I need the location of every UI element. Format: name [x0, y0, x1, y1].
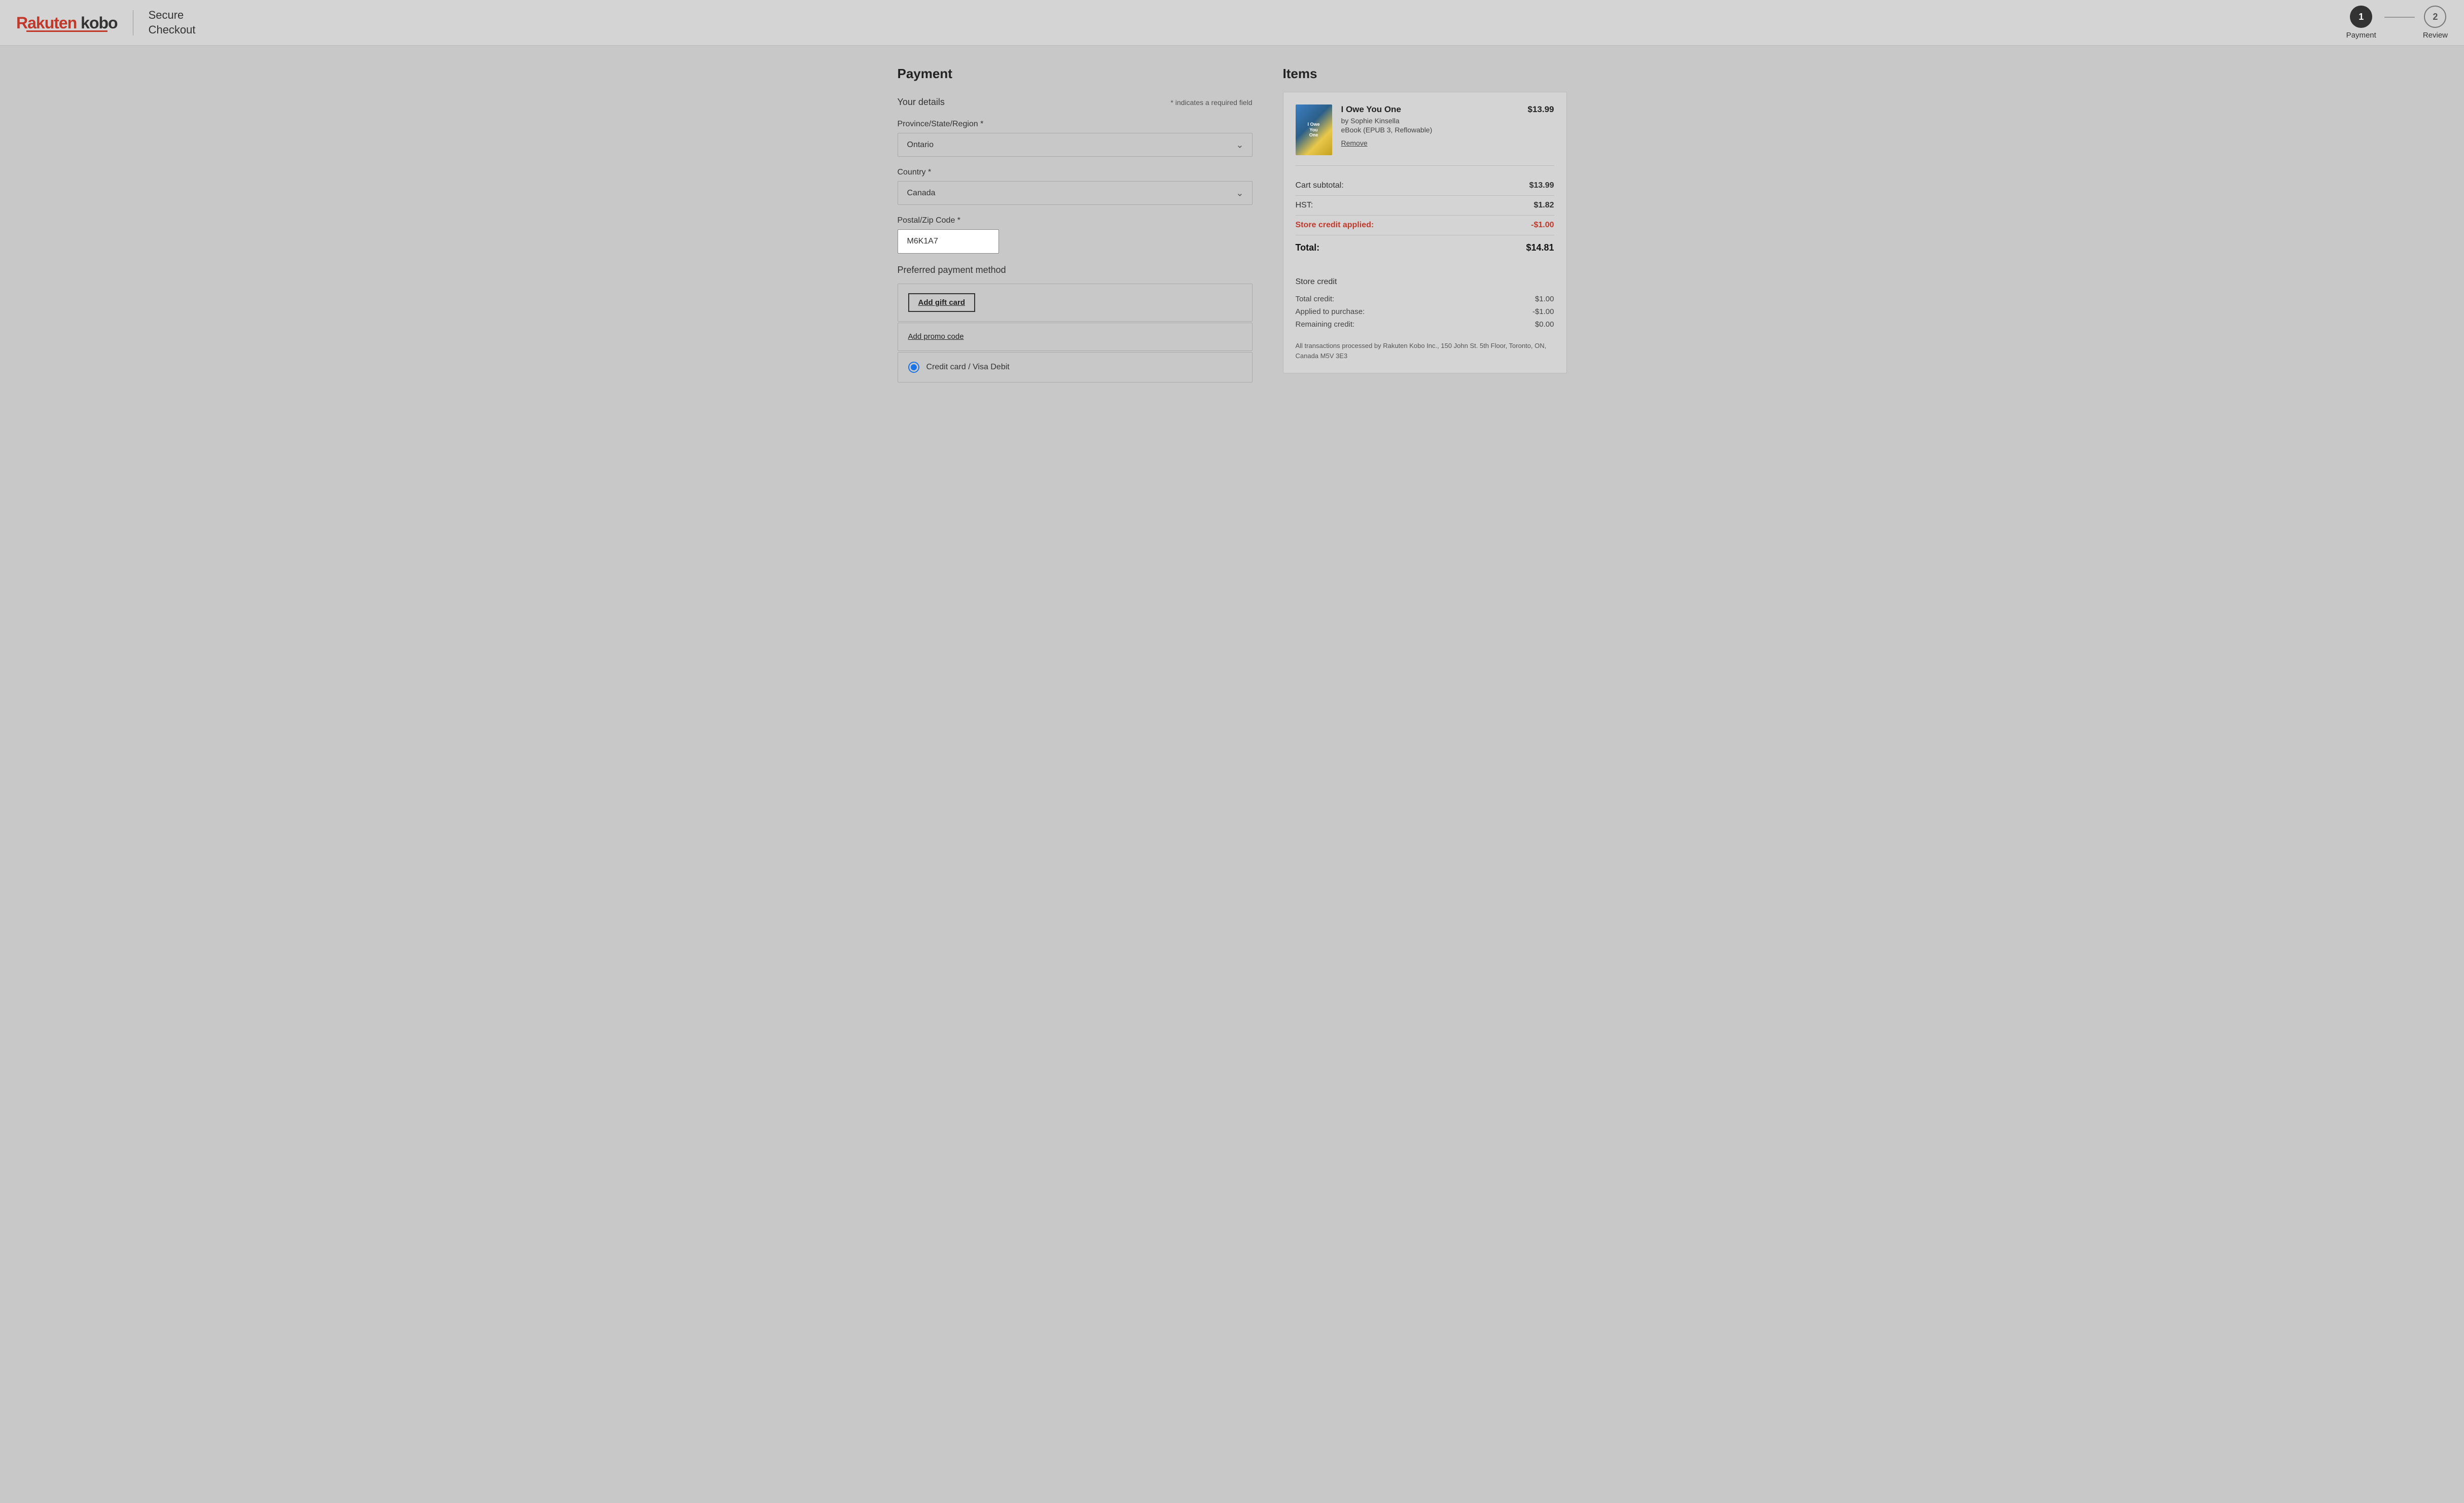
logo-rakuten: Rakuten	[16, 14, 77, 32]
province-select[interactable]: Ontario	[898, 133, 1252, 156]
preferred-payment-section: Preferred payment method Add gift card A…	[898, 265, 1253, 382]
book-cover-text: I OweYouOne	[1305, 120, 1322, 140]
your-details-label: Your details	[898, 97, 945, 108]
store-credit-applied-label: Store credit applied:	[1296, 221, 1374, 230]
item-row: I OweYouOne I Owe You One by Sophie Kins…	[1296, 104, 1554, 166]
book-cover: I OweYouOne	[1296, 104, 1332, 155]
main-content: Payment Your details * indicates a requi…	[877, 46, 1587, 404]
item-title: I Owe You One	[1341, 104, 1519, 115]
credit-card-option[interactable]: Credit card / Visa Debit	[898, 353, 1252, 382]
hst-label: HST:	[1296, 201, 1313, 210]
step-payment: 1 Payment	[2346, 6, 2376, 40]
total-credit-label: Total credit:	[1296, 295, 1335, 303]
country-select-wrapper[interactable]: Canada ⌄	[898, 181, 1253, 205]
postal-label: Postal/Zip Code *	[898, 216, 1253, 225]
store-credit-section-title: Store credit	[1296, 277, 1554, 287]
cart-subtotal-value: $13.99	[1529, 181, 1554, 190]
your-details-header: Your details * indicates a required fiel…	[898, 97, 1253, 108]
remaining-credit-label: Remaining credit:	[1296, 320, 1355, 329]
preferred-payment-title: Preferred payment method	[898, 265, 1253, 275]
promo-code-inner: Add promo code	[898, 323, 1252, 351]
items-section: Items I OweYouOne I Owe You One by Sophi…	[1283, 66, 1567, 383]
credit-card-box: Credit card / Visa Debit	[898, 352, 1253, 382]
store-credit-section: Store credit Total credit: $1.00 Applied…	[1296, 270, 1554, 331]
applied-to-purchase-value: -$1.00	[1532, 307, 1554, 316]
applied-to-purchase-row: Applied to purchase: -$1.00	[1296, 305, 1554, 318]
credit-card-radio[interactable]	[908, 362, 919, 373]
step-1-circle: 1	[2350, 6, 2372, 28]
credit-card-label: Credit card / Visa Debit	[926, 363, 1010, 372]
total-credit-value: $1.00	[1535, 295, 1554, 303]
radio-selected-indicator	[911, 364, 917, 370]
province-field-group: Province/State/Region * Ontario ⌄	[898, 120, 1253, 157]
step-2-circle: 2	[2424, 6, 2446, 28]
items-box: I OweYouOne I Owe You One by Sophie Kins…	[1283, 92, 1567, 373]
step-2-label: Review	[2423, 31, 2448, 40]
items-title: Items	[1283, 66, 1567, 82]
total-value: $14.81	[1526, 242, 1554, 253]
payment-title: Payment	[898, 66, 1253, 82]
total-row: Total: $14.81	[1296, 235, 1554, 260]
hst-row: HST: $1.82	[1296, 196, 1554, 216]
remaining-credit-row: Remaining credit: $0.00	[1296, 318, 1554, 331]
item-details: I Owe You One by Sophie Kinsella eBook (…	[1341, 104, 1519, 148]
add-gift-card-button[interactable]: Add gift card	[908, 293, 976, 312]
applied-to-purchase-label: Applied to purchase:	[1296, 307, 1365, 316]
remaining-credit-value: $0.00	[1535, 320, 1554, 329]
postal-field-group: Postal/Zip Code *	[898, 216, 1253, 254]
step-1-label: Payment	[2346, 31, 2376, 40]
province-select-wrapper[interactable]: Ontario ⌄	[898, 133, 1253, 157]
required-note: * indicates a required field	[1170, 98, 1252, 107]
item-format: eBook (EPUB 3, Reflowable)	[1341, 126, 1519, 134]
country-label: Country *	[898, 168, 1253, 177]
promo-code-box: Add promo code	[898, 323, 1253, 351]
item-price: $13.99	[1528, 104, 1554, 115]
logo: Rakuten kobo	[16, 14, 118, 32]
gift-card-inner: Add gift card	[898, 284, 1252, 321]
item-author: by Sophie Kinsella	[1341, 117, 1519, 125]
cart-subtotal-row: Cart subtotal: $13.99	[1296, 176, 1554, 196]
province-label: Province/State/Region *	[898, 120, 1253, 129]
total-credit-row: Total credit: $1.00	[1296, 293, 1554, 305]
checkout-steps: 1 Payment 2 Review	[2346, 6, 2448, 40]
country-field-group: Country * Canada ⌄	[898, 168, 1253, 205]
logo-kobo: kobo	[77, 14, 117, 32]
gift-card-box: Add gift card	[898, 284, 1253, 322]
postal-input[interactable]	[898, 229, 999, 254]
remove-item-button[interactable]: Remove	[1341, 139, 1368, 147]
country-select[interactable]: Canada	[898, 182, 1252, 204]
secure-checkout-label: Secure Checkout	[149, 8, 196, 37]
step-review: 2 Review	[2423, 6, 2448, 40]
step-connector	[2384, 17, 2415, 18]
payment-section: Payment Your details * indicates a requi…	[898, 66, 1283, 383]
footer-note: All transactions processed by Rakuten Ko…	[1296, 341, 1554, 361]
add-promo-button[interactable]: Add promo code	[908, 332, 964, 341]
store-credit-applied-value: -$1.00	[1531, 221, 1554, 230]
hst-value: $1.82	[1533, 201, 1554, 210]
store-credit-applied-row: Store credit applied: -$1.00	[1296, 216, 1554, 235]
total-label: Total:	[1296, 242, 1320, 253]
header: Rakuten kobo Secure Checkout 1 Payment 2…	[0, 0, 2464, 46]
cart-subtotal-label: Cart subtotal:	[1296, 181, 1344, 190]
